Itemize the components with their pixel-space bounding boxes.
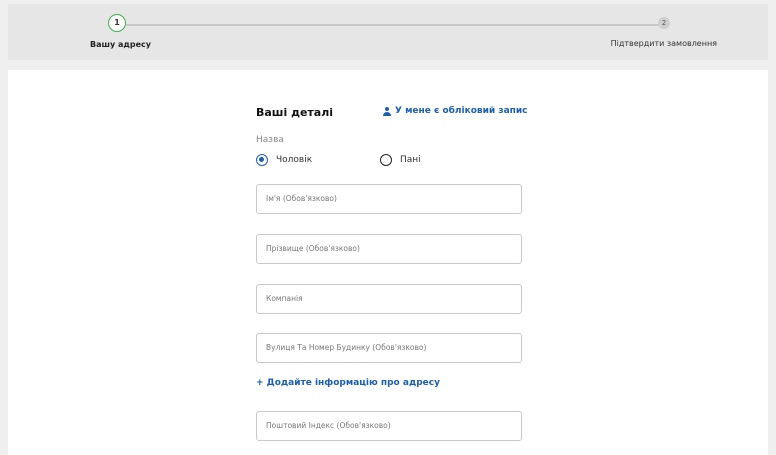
- person-icon: [382, 106, 391, 116]
- radio-mr-label: Чоловік: [276, 155, 313, 165]
- last-name-input[interactable]: Прізвище (Обов'язково): [256, 234, 522, 264]
- step-2-indicator[interactable]: 2: [658, 17, 670, 29]
- address-form-panel: Ваші деталі У мене є обліковий запис Наз…: [8, 70, 768, 455]
- radio-unselected-icon[interactable]: [380, 154, 392, 166]
- step-1-label[interactable]: Вашу адресу: [90, 40, 151, 49]
- radio-selected-icon[interactable]: [256, 154, 268, 166]
- add-address-info-link[interactable]: + Додайте інформацію про адресу: [256, 378, 440, 388]
- postcode-input[interactable]: Поштовий Індекс (Обов'язково): [256, 411, 522, 441]
- have-account-label: У мене є обліковий запис: [395, 106, 528, 116]
- stepper-progress-line: [126, 24, 662, 26]
- have-account-link[interactable]: У мене є обліковий запис: [382, 106, 528, 116]
- company-input[interactable]: Компанія: [256, 284, 522, 314]
- radio-mr[interactable]: Чоловік: [256, 154, 312, 166]
- radio-mrs-label: Пані: [400, 155, 421, 165]
- first-name-input[interactable]: Ім'я (Обов'язково): [256, 184, 522, 214]
- radio-mrs[interactable]: Пані: [380, 154, 421, 166]
- step-1-indicator[interactable]: 1: [108, 14, 126, 32]
- street-input[interactable]: Вулиця Та Номер Будинку (Обов'язково): [256, 333, 522, 363]
- form-title: Ваші деталі: [256, 106, 334, 119]
- checkout-page: 1 2 Вашу адресу Підтвердити замовлення В…: [0, 0, 776, 455]
- title-field-label: Назва: [256, 135, 284, 145]
- gender-radio-group: Чоловік Пані: [256, 154, 526, 168]
- checkout-stepper: 1 2 Вашу адресу Підтвердити замовлення: [8, 4, 768, 60]
- step-2-label[interactable]: Підтвердити замовлення: [611, 39, 717, 48]
